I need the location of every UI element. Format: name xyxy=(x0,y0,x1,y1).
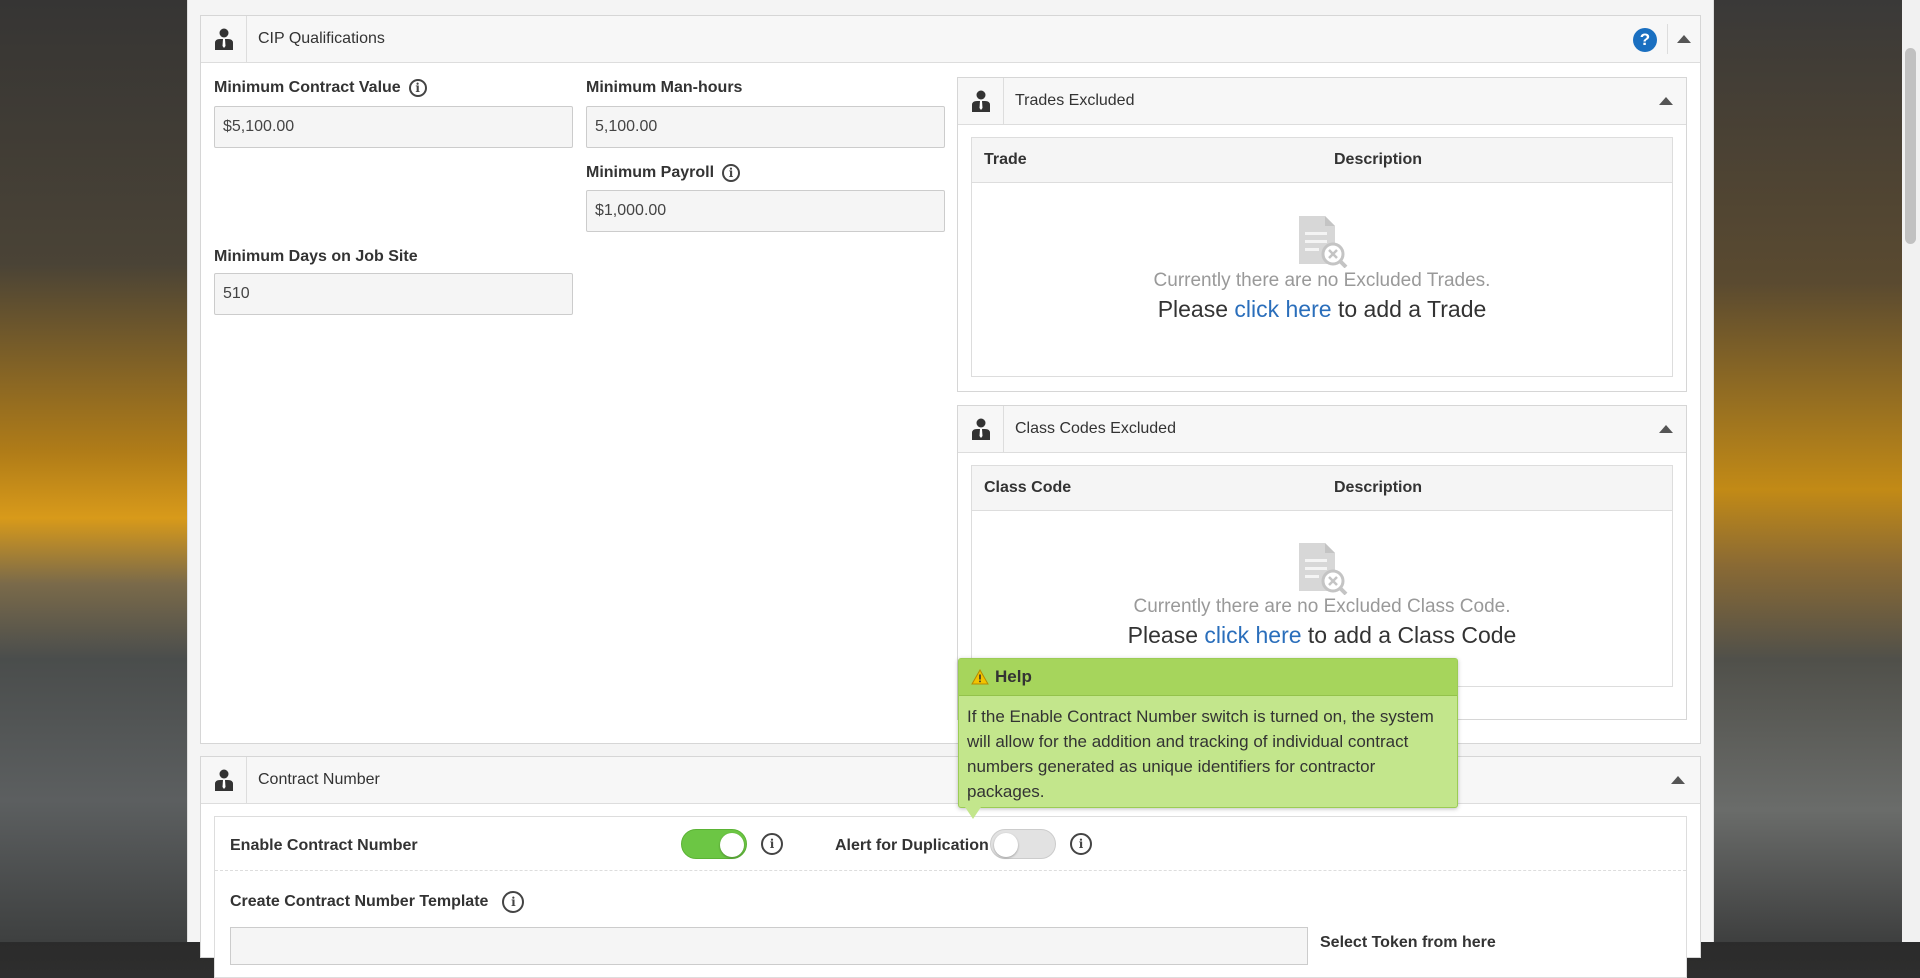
add-class-code-link[interactable]: click here xyxy=(1204,622,1301,648)
min-man-hours-label: Minimum Man-hours xyxy=(586,79,743,96)
trades-excluded-panel: Trades Excluded Trade Description Curren… xyxy=(957,77,1687,392)
user-tie-icon xyxy=(201,16,247,62)
user-tie-icon xyxy=(958,406,1004,452)
class-codes-panel-title: Class Codes Excluded xyxy=(1015,420,1176,437)
alert-duplication-toggle[interactable] xyxy=(990,829,1056,859)
page-container: CIP Qualifications ? Minimum Contract Va… xyxy=(187,0,1714,978)
contract-settings-box: Enable Contract Number i Alert for Dupli… xyxy=(214,816,1687,978)
min-contract-value-label: Minimum Contract Value i xyxy=(214,79,427,97)
class-codes-table-header: Class Code Description xyxy=(972,466,1672,511)
add-trade-link[interactable]: click here xyxy=(1234,296,1331,322)
tooltip-arrow xyxy=(965,807,981,819)
min-payroll-input[interactable] xyxy=(586,190,945,232)
trades-panel-title: Trades Excluded xyxy=(1015,92,1135,109)
background-right xyxy=(1712,0,1902,942)
min-days-input[interactable] xyxy=(214,273,573,315)
trades-table: Trade Description Currently there are no… xyxy=(971,137,1673,377)
collapse-caret-icon[interactable] xyxy=(1671,776,1685,784)
min-payroll-label: Minimum Payroll i xyxy=(586,164,741,182)
cip-qualifications-panel: CIP Qualifications ? Minimum Contract Va… xyxy=(200,15,1701,744)
enable-contract-label: Enable Contract Number xyxy=(230,837,418,854)
class-codes-table: Class Code Description Currently there a… xyxy=(971,465,1673,687)
collapse-caret-icon[interactable] xyxy=(1659,425,1673,433)
select-token-label: Select Token from here xyxy=(1320,934,1496,951)
cip-panel-header: CIP Qualifications ? xyxy=(201,16,1700,63)
contract-panel-header: Contract Number xyxy=(201,757,1700,804)
dashed-divider xyxy=(215,870,1686,871)
info-icon[interactable]: i xyxy=(1070,833,1092,855)
divider xyxy=(1667,24,1668,54)
trades-empty-message: Currently there are no Excluded Trades. xyxy=(1153,270,1491,291)
min-days-label: Minimum Days on Job Site xyxy=(214,248,418,265)
template-label: Create Contract Number Template i xyxy=(230,891,525,913)
trades-table-header: Trade Description xyxy=(972,138,1672,183)
info-icon[interactable]: i xyxy=(408,79,427,97)
warning-icon xyxy=(971,669,989,685)
background-left xyxy=(0,0,187,942)
class-codes-empty-message: Currently there are no Excluded Class Co… xyxy=(1133,596,1511,617)
template-input[interactable] xyxy=(230,927,1308,965)
empty-document-icon xyxy=(1295,541,1349,600)
help-tooltip-text: If the Enable Contract Number switch is … xyxy=(967,707,1434,801)
cip-panel-title: CIP Qualifications xyxy=(258,30,385,47)
toggle-knob xyxy=(720,833,744,857)
scrollbar-thumb[interactable] xyxy=(1905,48,1916,244)
trades-add-cta: Please click here to add a Trade xyxy=(1157,296,1487,322)
col-trade: Trade xyxy=(984,151,1027,168)
collapse-caret-icon[interactable] xyxy=(1677,35,1691,43)
alert-duplication-label: Alert for Duplication xyxy=(835,837,989,854)
col-class-code: Class Code xyxy=(984,479,1072,496)
class-codes-add-cta: Please click here to add a Class Code xyxy=(1127,622,1517,648)
trades-panel-header: Trades Excluded xyxy=(958,78,1686,125)
min-man-hours-input[interactable] xyxy=(586,106,945,148)
user-tie-icon xyxy=(201,757,247,803)
class-codes-panel-header: Class Codes Excluded xyxy=(958,406,1686,453)
contract-panel-title: Contract Number xyxy=(258,771,380,788)
help-circle-icon[interactable]: ? xyxy=(1633,28,1657,52)
col-description: Description xyxy=(1334,479,1423,496)
toggle-knob xyxy=(994,833,1018,857)
min-contract-value-input[interactable] xyxy=(214,106,573,148)
info-icon[interactable]: i xyxy=(761,833,783,855)
contract-number-panel: Contract Number Enable Contract Number i… xyxy=(200,756,1701,978)
info-icon[interactable]: i xyxy=(502,891,525,913)
empty-document-icon xyxy=(1295,214,1349,273)
help-tooltip: Help If the Enable Contract Number switc… xyxy=(958,658,1458,819)
enable-contract-toggle[interactable] xyxy=(681,829,747,859)
user-tie-icon xyxy=(958,78,1004,124)
help-tooltip-title: Help xyxy=(995,667,1032,686)
info-icon[interactable]: i xyxy=(722,164,741,182)
collapse-caret-icon[interactable] xyxy=(1659,97,1673,105)
col-description: Description xyxy=(1334,151,1423,168)
help-tooltip-header: Help xyxy=(959,659,1457,696)
